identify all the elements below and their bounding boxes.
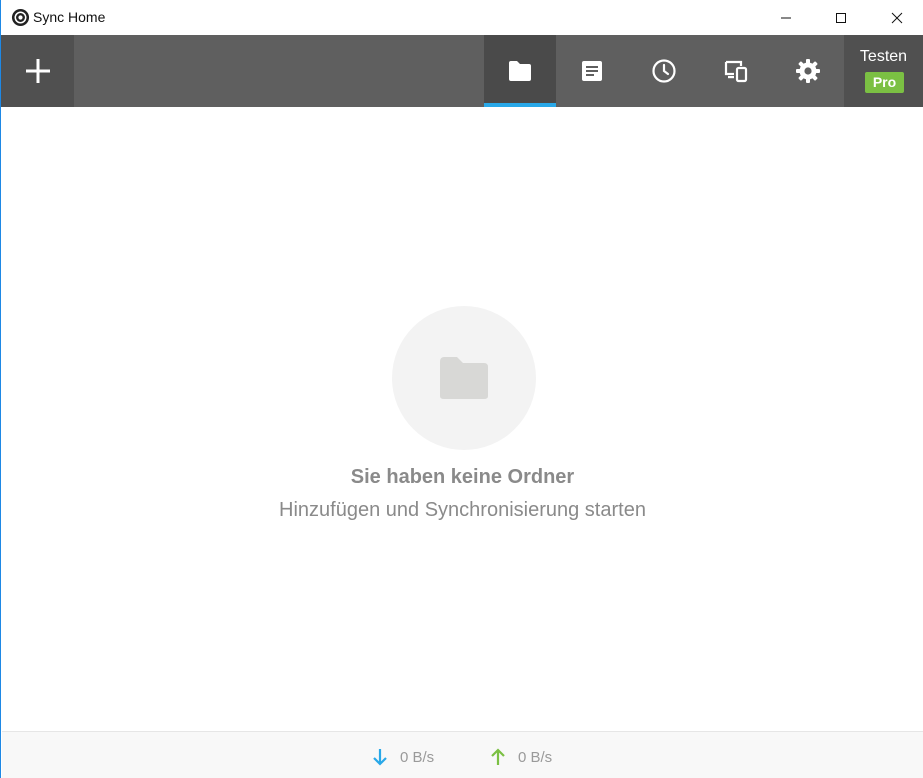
clock-icon xyxy=(652,59,676,83)
account-button[interactable]: Testen Pro xyxy=(844,35,923,107)
title-bar: Sync Home xyxy=(1,0,923,35)
close-icon xyxy=(891,12,903,23)
main-toolbar: Testen Pro xyxy=(1,35,923,107)
minimize-icon xyxy=(781,17,791,18)
folder-icon xyxy=(509,61,531,81)
tab-folders[interactable] xyxy=(484,35,556,107)
gear-icon xyxy=(796,59,820,83)
upload-rate-value: 0 B/s xyxy=(518,748,553,766)
download-rate-value: 0 B/s xyxy=(400,748,435,766)
arrow-down-icon xyxy=(373,749,387,766)
maximize-button[interactable] xyxy=(818,0,864,35)
minimize-button[interactable] xyxy=(763,0,809,35)
empty-state-title: Sie haben keine Ordner xyxy=(350,466,575,488)
maximize-icon xyxy=(836,12,846,23)
app-window: Sync Home Testen Pro Sie haben keine Ord… xyxy=(0,0,923,778)
document-icon xyxy=(582,61,602,81)
empty-state-subtitle: Hinzufügen und Synchronisierung starten xyxy=(279,499,646,521)
empty-state-illustration xyxy=(392,306,536,450)
tab-history[interactable] xyxy=(628,35,700,107)
tab-devices[interactable] xyxy=(700,35,772,107)
download-rate: 0 B/s xyxy=(373,748,434,766)
close-button[interactable] xyxy=(874,0,920,35)
plus-icon xyxy=(25,59,50,83)
upload-rate: 0 B/s xyxy=(491,748,552,766)
window-title: Sync Home xyxy=(33,9,106,25)
pro-badge: Pro xyxy=(865,72,904,93)
folder-icon xyxy=(440,357,488,399)
status-bar: 0 B/s 0 B/s xyxy=(2,731,923,778)
tab-log[interactable] xyxy=(556,35,628,107)
sync-logo-icon xyxy=(11,8,30,27)
account-name: Testen xyxy=(859,48,908,65)
tab-settings[interactable] xyxy=(772,35,844,107)
add-folder-button[interactable] xyxy=(1,35,74,107)
devices-icon xyxy=(724,60,748,83)
arrow-up-icon xyxy=(491,748,505,765)
